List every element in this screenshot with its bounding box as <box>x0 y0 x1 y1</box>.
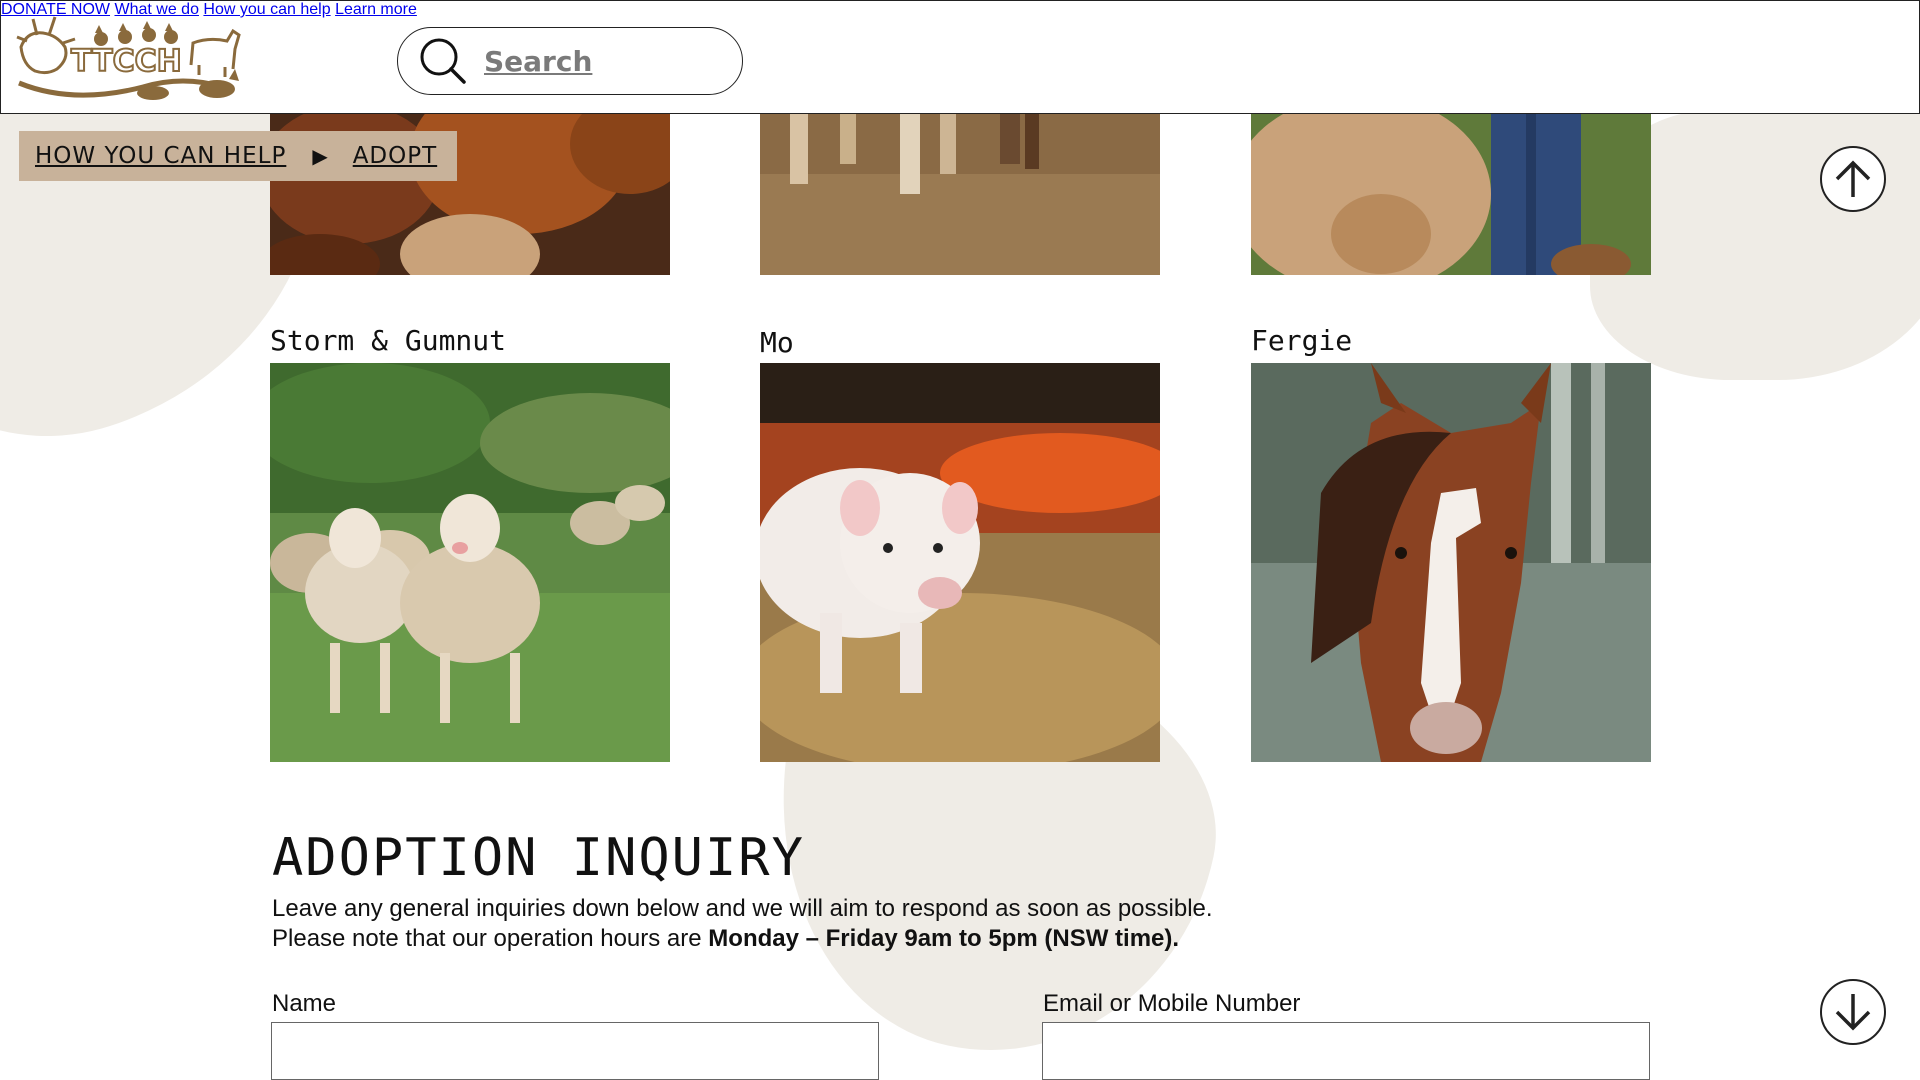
email-or-mobile-label: Email or Mobile Number <box>1043 990 1301 1017</box>
name-label: Name <box>272 990 337 1017</box>
site-header: TTCCH DONATE NOW What we do How you can … <box>0 0 1920 114</box>
arrow-up-icon <box>1835 160 1871 197</box>
ttcch-logo[interactable]: TTCCH <box>13 9 245 105</box>
inquiry-line-1: Leave any general inquiries down below a… <box>272 895 1213 922</box>
name-input[interactable] <box>272 1023 878 1079</box>
calf-photo[interactable] <box>1251 114 1651 275</box>
search-icon[interactable] <box>418 36 468 86</box>
inquiry-hours: Monday – Friday 9am to 5pm (NSW time). <box>708 925 1180 952</box>
breadcrumb-separator-icon: ▶ <box>312 144 329 168</box>
adoption-inquiry-description: Leave any general inquiries down below a… <box>272 894 1213 954</box>
animal-name: Fergie <box>1251 324 1353 357</box>
breadcrumb-how-you-can-help[interactable]: HOW YOU CAN HELP <box>35 143 286 169</box>
animal-name: Mo <box>760 326 794 359</box>
animal-name: Storm & Gumnut <box>270 324 507 357</box>
scroll-down-button[interactable] <box>1820 979 1886 1045</box>
inquiry-hours-prefix: Please note that our operation hours are <box>272 925 709 952</box>
scroll-up-button[interactable] <box>1820 146 1886 212</box>
inquiry-line-2: Please note that our operation hours are… <box>272 924 1213 954</box>
breadcrumb: HOW YOU CAN HELP ▶ ADOPT <box>19 131 457 181</box>
arrow-down-icon <box>1835 994 1871 1031</box>
name-field[interactable] <box>271 1022 879 1080</box>
email-or-mobile-input[interactable] <box>1043 1023 1649 1079</box>
nav-learn-more[interactable]: Learn more <box>335 1 417 18</box>
logo-text: TTCCH <box>71 44 182 79</box>
sheep-photo[interactable] <box>270 363 670 762</box>
breadcrumb-adopt[interactable]: ADOPT <box>353 143 437 169</box>
piglet-photo[interactable] <box>760 363 1160 762</box>
horse-photo[interactable] <box>1251 363 1651 762</box>
email-or-mobile-field[interactable] <box>1042 1022 1650 1080</box>
adoption-inquiry-title: ADOPTION INQUIRY <box>272 828 805 888</box>
search-input[interactable] <box>484 44 724 78</box>
goat-legs-photo[interactable] <box>760 114 1160 275</box>
search-box[interactable] <box>397 27 743 95</box>
